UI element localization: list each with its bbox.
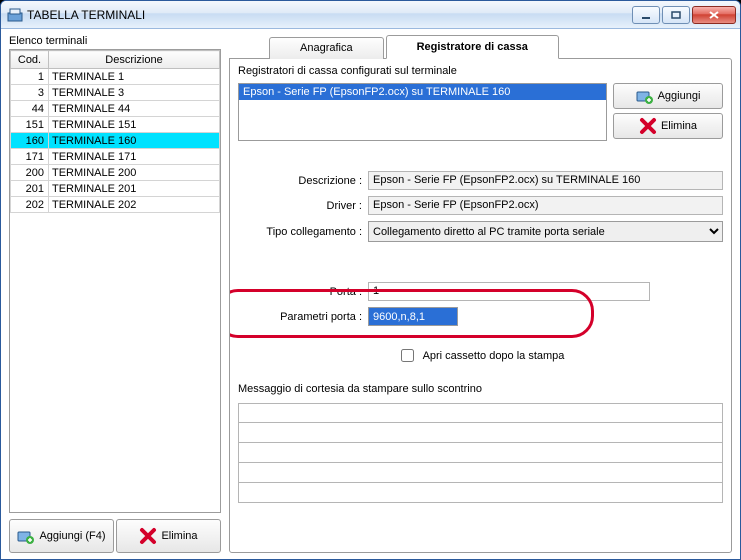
tab-anagrafica[interactable]: Anagrafica (269, 37, 384, 59)
msg-line[interactable] (238, 423, 723, 443)
cell-cod: 200 (11, 165, 49, 181)
param-label: Parametri porta : (238, 311, 362, 323)
cell-cod: 3 (11, 85, 49, 101)
tab-strip: Anagrafica Registratore di cassa (229, 35, 732, 59)
delete-terminal-button[interactable]: Elimina (116, 519, 221, 553)
table-row[interactable]: 171TERMINALE 171 (11, 149, 220, 165)
add-reg-label: Aggiungi (658, 90, 701, 102)
regs-list[interactable]: Epson - Serie FP (EpsonFP2.ocx) su TERMI… (238, 83, 607, 141)
msg-lines (238, 403, 723, 503)
left-pane: Elenco terminali Cod. Descrizione 1TERMI… (9, 35, 221, 553)
add-terminal-label: Aggiungi (F4) (39, 530, 105, 542)
msg-line[interactable] (238, 483, 723, 503)
cell-desc: TERMINALE 171 (49, 149, 220, 165)
driver-value: Epson - Serie FP (EpsonFP2.ocx) (368, 196, 723, 215)
table-row[interactable]: 160TERMINALE 160 (11, 133, 220, 149)
add-icon (636, 87, 654, 105)
cell-cod: 44 (11, 101, 49, 117)
window: TABELLA TERMINALI Elenco terminali (0, 0, 741, 560)
delete-icon (139, 527, 157, 545)
window-controls (632, 6, 736, 24)
cell-desc: TERMINALE 202 (49, 197, 220, 213)
maximize-button[interactable] (662, 6, 690, 24)
cell-cod: 160 (11, 133, 49, 149)
add-terminal-button[interactable]: Aggiungi (F4) (9, 519, 114, 553)
cell-cod: 151 (11, 117, 49, 133)
cell-cod: 201 (11, 181, 49, 197)
tab-panel-registratore: Registratori di cassa configurati sul te… (229, 58, 732, 553)
msg-line[interactable] (238, 463, 723, 483)
tab-registratore[interactable]: Registratore di cassa (386, 35, 559, 59)
cell-cod: 171 (11, 149, 49, 165)
client-area: Elenco terminali Cod. Descrizione 1TERMI… (1, 29, 740, 559)
titlebar[interactable]: TABELLA TERMINALI (1, 1, 740, 29)
apri-cassetto-checkbox[interactable] (401, 349, 414, 362)
minimize-button[interactable] (632, 6, 660, 24)
right-pane: Anagrafica Registratore di cassa Registr… (229, 35, 732, 553)
tipo-select[interactable]: Collegamento diretto al PC tramite porta… (368, 221, 723, 242)
cell-desc: TERMINALE 44 (49, 101, 220, 117)
cell-desc: TERMINALE 200 (49, 165, 220, 181)
param-input[interactable] (368, 307, 458, 326)
descr-value: Epson - Serie FP (EpsonFP2.ocx) su TERMI… (368, 171, 723, 190)
close-icon (708, 10, 720, 20)
table-row[interactable]: 3TERMINALE 3 (11, 85, 220, 101)
table-row[interactable]: 200TERMINALE 200 (11, 165, 220, 181)
delete-reg-label: Elimina (661, 120, 697, 132)
delete-terminal-label: Elimina (161, 530, 197, 542)
app-icon (7, 7, 23, 23)
regs-label: Registratori di cassa configurati sul te… (238, 65, 723, 77)
delete-reg-button[interactable]: Elimina (613, 113, 723, 139)
cell-cod: 202 (11, 197, 49, 213)
apri-cassetto-label: Apri cassetto dopo la stampa (423, 350, 565, 362)
tipo-label: Tipo collegamento : (238, 226, 362, 238)
maximize-icon (671, 11, 681, 19)
col-desc[interactable]: Descrizione (49, 51, 220, 69)
cell-desc: TERMINALE 3 (49, 85, 220, 101)
msg-line[interactable] (238, 443, 723, 463)
list-item[interactable]: Epson - Serie FP (EpsonFP2.ocx) su TERMI… (239, 84, 606, 100)
cell-desc: TERMINALE 1 (49, 69, 220, 85)
msg-line[interactable] (238, 403, 723, 423)
add-icon (17, 527, 35, 545)
terminals-label: Elenco terminali (9, 35, 221, 47)
add-reg-button[interactable]: Aggiungi (613, 83, 723, 109)
table-row[interactable]: 202TERMINALE 202 (11, 197, 220, 213)
delete-icon (639, 117, 657, 135)
porta-label: Porta : (238, 286, 362, 298)
terminals-header-row: Cod. Descrizione (11, 51, 220, 69)
cell-cod: 1 (11, 69, 49, 85)
table-row[interactable]: 44TERMINALE 44 (11, 101, 220, 117)
table-row[interactable]: 1TERMINALE 1 (11, 69, 220, 85)
close-button[interactable] (692, 6, 736, 24)
porta-value[interactable]: 1 (368, 282, 650, 301)
col-cod[interactable]: Cod. (11, 51, 49, 69)
terminals-grid[interactable]: Cod. Descrizione 1TERMINALE 13TERMINALE … (9, 49, 221, 513)
driver-label: Driver : (238, 200, 362, 212)
descr-label: Descrizione : (238, 175, 362, 187)
minimize-icon (641, 11, 651, 19)
table-row[interactable]: 151TERMINALE 151 (11, 117, 220, 133)
cell-desc: TERMINALE 151 (49, 117, 220, 133)
cell-desc: TERMINALE 160 (49, 133, 220, 149)
table-row[interactable]: 201TERMINALE 201 (11, 181, 220, 197)
msg-label: Messaggio di cortesia da stampare sullo … (238, 383, 723, 395)
window-title: TABELLA TERMINALI (27, 8, 632, 22)
cell-desc: TERMINALE 201 (49, 181, 220, 197)
